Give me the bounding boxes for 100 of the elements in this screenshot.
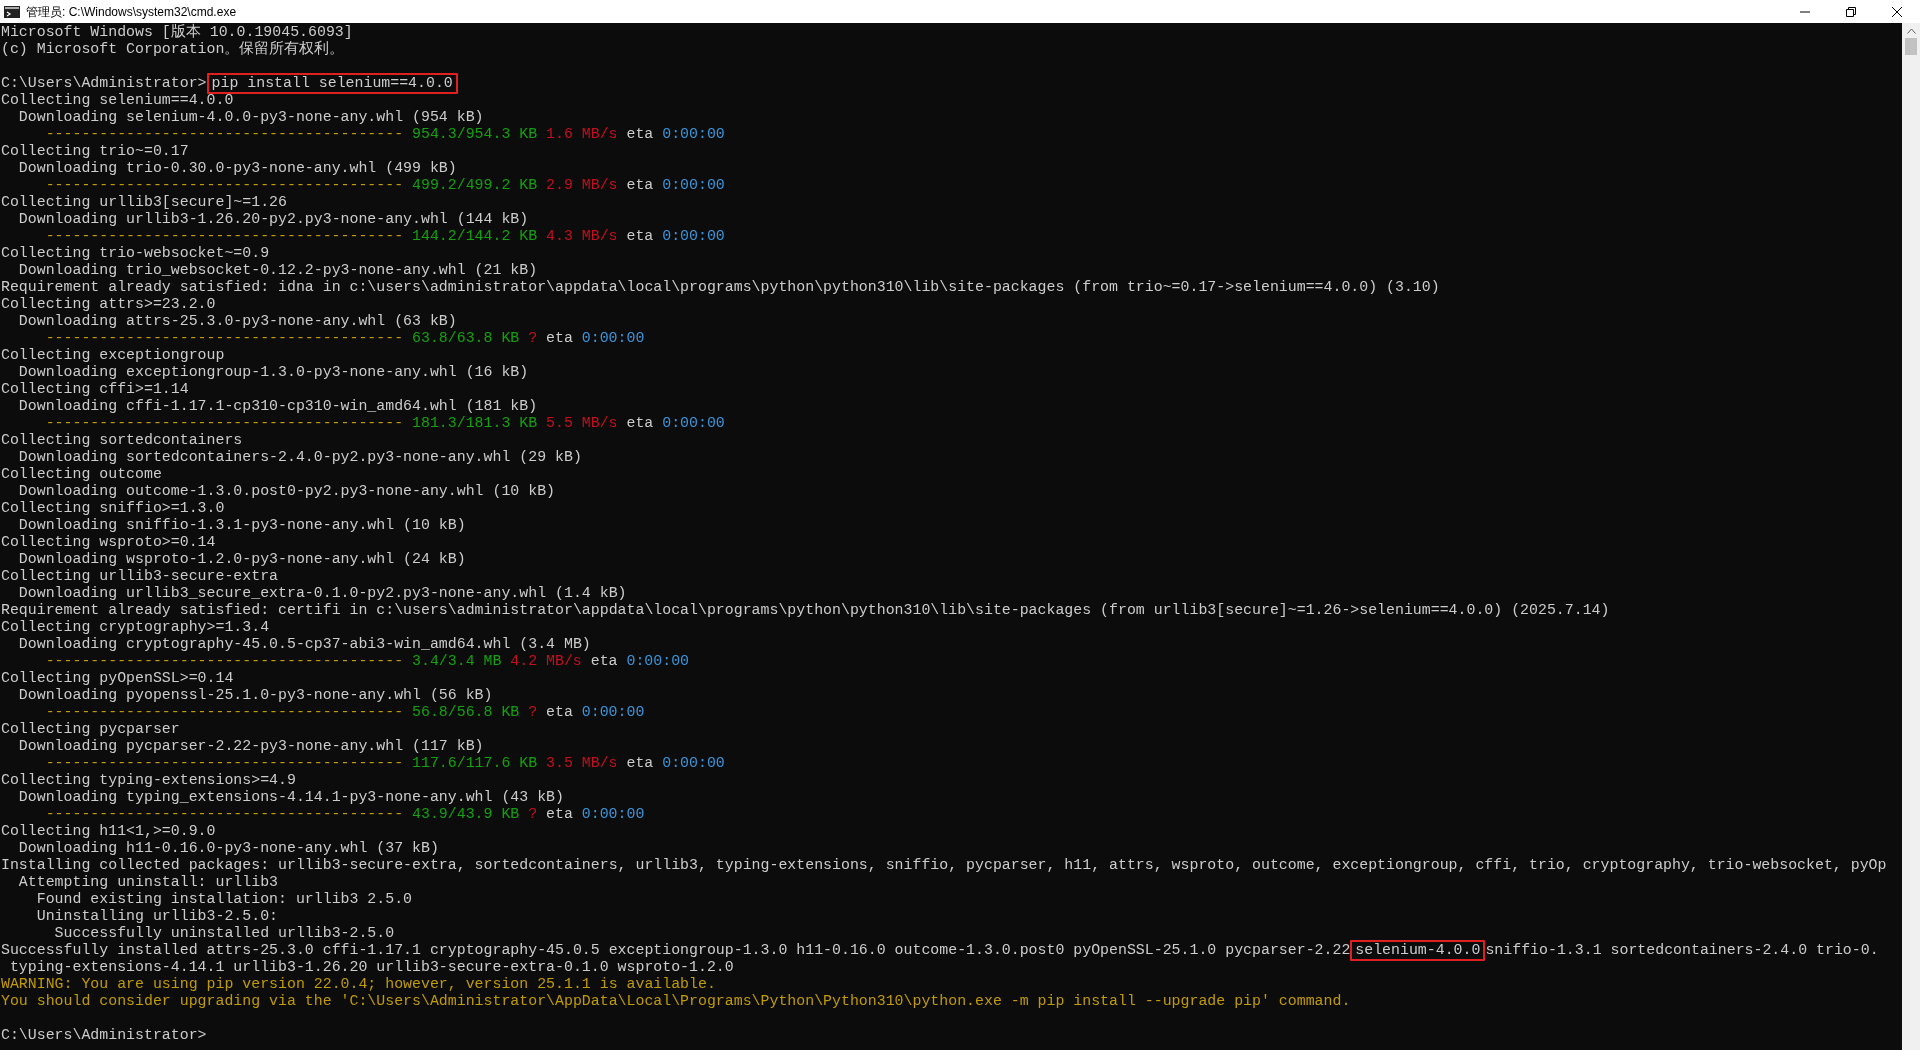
eta-label: eta xyxy=(626,228,654,245)
eta-label: eta xyxy=(626,177,654,194)
eta-label: eta xyxy=(546,806,573,823)
eta-label: eta xyxy=(546,330,573,347)
download-speed: 5.5 MB/s xyxy=(546,415,618,432)
download-size: 144.2/144.2 KB xyxy=(412,228,538,245)
download-size: 499.2/499.2 KB xyxy=(412,177,538,194)
console-text: Microsoft Windows [版本 10.0.19045.6093] xyxy=(1,24,353,40)
eta-time: 0:00:00 xyxy=(581,330,645,347)
console-text: Downloading outcome-1.3.0.post0-py2.py3-none-any.whl (10 kB) xyxy=(17,483,556,499)
console-text: Downloading selenium-4.0.0-py3-none-any.whl (954 kB) xyxy=(17,109,484,125)
eta-label: eta xyxy=(626,126,654,143)
scrollbar[interactable] xyxy=(1902,23,1920,1050)
download-speed: ? xyxy=(528,704,538,721)
download-speed: 4.2 MB/s xyxy=(510,653,582,670)
eta-time: 0:00:00 xyxy=(662,177,725,194)
download-size: 954.3/954.3 KB xyxy=(412,126,538,143)
eta-time: 0:00:00 xyxy=(662,755,725,772)
download-size: 43.9/43.9 KB xyxy=(412,806,520,823)
dash-line-text: ---------------------------------------- xyxy=(45,704,404,721)
console-text: Downloading attrs-25.3.0-py3-none-any.whl (63 kB) xyxy=(17,313,457,329)
download-speed: 4.3 MB/s xyxy=(546,228,618,245)
console-app-icon xyxy=(4,5,20,18)
console-text: Collecting trio-websocket~=0.9 xyxy=(1,245,270,261)
scrollbar-thumb[interactable] xyxy=(1905,38,1917,55)
console-text: Downloading h11-0.16.0-py3-none-any.whl (37 kB) xyxy=(17,840,439,856)
console-text: Downloading cffi-1.17.1-cp310-cp310-win_amd64.whl (181 kB) xyxy=(17,398,538,414)
dash-line-text: ---------------------------------------- xyxy=(45,806,404,823)
scroll-up-icon[interactable] xyxy=(1906,28,1916,34)
download-size: 117.6/117.6 KB xyxy=(412,755,538,772)
console-text: Collecting pycparser xyxy=(1,721,180,737)
highlighted-text: pip install selenium==4.0.0 xyxy=(206,73,458,94)
console-text: Collecting sniffio>=1.3.0 xyxy=(1,500,225,516)
dash-line-text: ---------------------------------------- xyxy=(45,415,404,432)
console-text: Collecting urllib3[secure]~=1.26 xyxy=(1,194,287,210)
console-text: sniffio-1.3.1 sortedcontainers-2.4.0 trio-0. xyxy=(1485,942,1879,959)
console-text: Downloading urllib3-1.26.20-py2.py3-none-any.whl (144 kB) xyxy=(17,211,529,227)
dash-line-text: ---------------------------------------- xyxy=(45,126,404,143)
download-size: 3.4/3.4 MB xyxy=(412,653,502,670)
console-text: Downloading pyopenssl-25.1.0-py3-none-any.whl (56 kB) xyxy=(17,687,493,703)
console-text: Successfully uninstalled urllib3-2.5.0 xyxy=(53,925,395,941)
console-text: C:\Users\Administrator> xyxy=(1,75,207,92)
console-text: Downloading sortedcontainers-2.4.0-py2.py3-none-any.whl (29 kB) xyxy=(17,449,582,465)
restore-icon xyxy=(1846,6,1856,17)
warning-text: WARNING: You are using pip version 22.0.4; however, version 25.1.1 is available. xyxy=(1,976,716,992)
console-text: Downloading pycparser-2.22-py3-none-any.whl (117 kB) xyxy=(17,738,484,754)
console-text: Collecting cryptography>=1.3.4 xyxy=(1,619,270,635)
console-text: typing-extensions-4.14.1 urllib3-1.26.20 urllib3-secure-extra-0.1.0 wsproto-1.2.0 xyxy=(8,959,734,975)
console-text: Installing collected packages: urllib3-secure-extra, sortedcontainers, urllib3, typing-extensions, sniffio, pycparser, h11, attrs, wsproto, outcome, exceptiongroup, cffi, trio, cryptography, trio-websocket, pyOp xyxy=(1,857,1887,873)
eta-label: eta xyxy=(626,755,654,772)
eta-label: eta xyxy=(626,415,654,432)
console-text: Collecting selenium==4.0.0 xyxy=(1,92,234,108)
eta-time: 0:00:00 xyxy=(626,653,690,670)
download-size: 63.8/63.8 KB xyxy=(412,330,520,347)
console-text: Collecting pyOpenSSL>=0.14 xyxy=(1,670,234,686)
console-text: Collecting h11<1,>=0.9.0 xyxy=(1,823,216,839)
console-text: Requirement already satisfied: idna in c:\users\administrator\appdata\local\programs\python\python310\lib\site-packages (from trio~=0.17->selenium==4.0.0) (3.10) xyxy=(1,279,1440,295)
download-speed: 3.5 MB/s xyxy=(546,755,618,772)
eta-time: 0:00:00 xyxy=(662,126,725,143)
download-speed: ? xyxy=(528,330,538,347)
dash-line-text: ---------------------------------------- xyxy=(45,653,404,670)
download-speed: ? xyxy=(528,806,538,823)
download-size: 56.8/56.8 KB xyxy=(412,704,520,721)
download-size: 181.3/181.3 KB xyxy=(412,415,538,432)
console-text: Attempting uninstall: urllib3 xyxy=(17,874,278,890)
console-text: Collecting urllib3-secure-extra xyxy=(1,568,278,584)
console-text: Downloading wsproto-1.2.0-py3-none-any.whl (24 kB) xyxy=(17,551,466,567)
console-text: Requirement already satisfied: certifi in c:\users\administrator\appdata\local\programs\python\python310\lib\site-packages (from urllib3[secure]~=1.26->selenium==4.0.0) (2025.7.14) xyxy=(1,602,1610,618)
eta-time: 0:00:00 xyxy=(662,228,725,245)
console-text: Collecting exceptiongroup xyxy=(1,347,225,363)
console-text: C:\Users\Administrator> xyxy=(1,1027,207,1043)
dash-line-text: ---------------------------------------- xyxy=(45,755,404,772)
highlighted-text: selenium-4.0.0 xyxy=(1350,940,1486,961)
dash-line-text: ---------------------------------------- xyxy=(45,228,404,245)
console-text: Downloading sniffio-1.3.1-py3-none-any.whl (10 kB) xyxy=(17,517,466,533)
eta-time: 0:00:00 xyxy=(662,415,725,432)
console-text: Collecting wsproto>=0.14 xyxy=(1,534,216,550)
download-speed: 1.6 MB/s xyxy=(546,126,618,143)
eta-time: 0:00:00 xyxy=(581,704,645,721)
console-text: Collecting attrs>=23.2.0 xyxy=(1,296,216,312)
console-text: Downloading urllib3_secure_extra-0.1.0-py2.py3-none-any.whl (1.4 kB) xyxy=(17,585,627,601)
console-text: Downloading typing_extensions-4.14.1-py3-none-any.whl (43 kB) xyxy=(17,789,564,805)
dash-line-text: ---------------------------------------- xyxy=(45,330,404,347)
console-text: Collecting trio~=0.17 xyxy=(1,143,189,159)
close-icon xyxy=(1892,6,1902,17)
eta-time: 0:00:00 xyxy=(581,806,645,823)
console-text: Downloading trio-0.30.0-py3-none-any.whl (499 kB) xyxy=(17,160,457,176)
console-text: Collecting outcome xyxy=(1,466,162,482)
console-text: Collecting cffi>=1.14 xyxy=(1,381,189,397)
eta-label: eta xyxy=(546,704,573,721)
console-text: Downloading cryptography-45.0.5-cp37-abi3-win_amd64.whl (3.4 MB) xyxy=(17,636,591,652)
download-speed: 2.9 MB/s xyxy=(546,177,618,194)
console-text: Uninstalling urllib3-2.5.0: xyxy=(35,908,278,924)
console-text: Found existing installation: urllib3 2.5.0 xyxy=(35,891,413,907)
console-text: Collecting sortedcontainers xyxy=(1,432,243,448)
warning-text: You should consider upgrading via the 'C:\Users\Administrator\AppData\Local\Programs\Python\Python310\python.exe -m pip install --upgrade pip' command. xyxy=(1,993,1351,1009)
console-text: Collecting typing-extensions>=4.9 xyxy=(1,772,296,788)
window-title: 管理员: C:\Windows\system32\cmd.exe xyxy=(26,3,237,21)
console-text: Downloading exceptiongroup-1.3.0-py3-none-any.whl (16 kB) xyxy=(17,364,529,380)
console-text: Downloading trio_websocket-0.12.2-py3-none-any.whl (21 kB) xyxy=(17,262,538,278)
